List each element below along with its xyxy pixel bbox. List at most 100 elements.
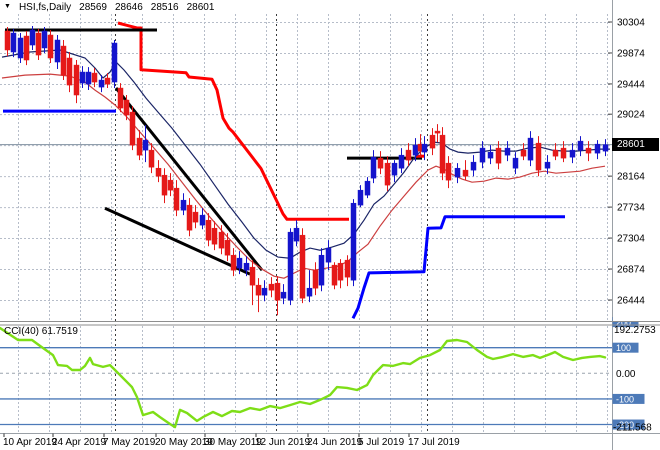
candlestick — [225, 240, 230, 255]
candlestick — [174, 188, 179, 210]
candlestick — [455, 168, 460, 177]
candlestick — [338, 263, 343, 280]
cci-level-badge-label: 100 — [616, 343, 631, 353]
price-axis-label: 30304 — [617, 18, 645, 29]
candlestick — [371, 157, 376, 178]
candlestick — [345, 260, 350, 277]
candlestick — [156, 168, 161, 176]
chart-window: 3030429874294442902428164277342730426874… — [0, 0, 660, 450]
candlestick — [149, 150, 154, 167]
candlestick — [256, 285, 261, 295]
candlestick — [168, 180, 173, 190]
time-axis-label: 17 Jul 2019 — [408, 437, 460, 448]
price-axis-label: 29024 — [617, 110, 645, 121]
candlestick — [11, 33, 16, 52]
candlestick — [92, 73, 97, 82]
candlestick — [130, 112, 135, 145]
candlestick — [105, 78, 110, 84]
candlestick — [187, 205, 192, 230]
candlestick — [406, 150, 411, 160]
candlestick — [36, 33, 41, 55]
candlestick — [275, 283, 280, 300]
candlestick — [553, 150, 558, 156]
cci-min-label: -211.568 — [613, 423, 652, 434]
time-axis-label: 30 May 2019 — [204, 437, 262, 448]
indicator-label: CCI(40) 61.7519 — [4, 326, 78, 337]
candlestick — [365, 181, 370, 195]
candlestick — [595, 144, 600, 153]
candlestick — [578, 141, 583, 150]
quote-close: 28601 — [187, 2, 215, 13]
candlestick — [413, 145, 418, 155]
candlestick — [528, 138, 533, 160]
cci-zero-label: 0.00 — [616, 369, 636, 380]
candlestick — [262, 288, 267, 295]
candlestick — [237, 258, 242, 268]
candlestick — [313, 270, 318, 288]
black-trendline-upper — [116, 88, 262, 270]
candlestick — [112, 43, 117, 82]
candlestick — [288, 232, 293, 300]
candlestick — [67, 58, 72, 85]
candlestick — [319, 255, 324, 285]
candlestick — [55, 40, 60, 62]
candlestick — [446, 163, 451, 180]
candlestick — [392, 163, 397, 175]
candlestick — [570, 150, 575, 157]
candlestick — [385, 163, 390, 185]
price-chart-canvas[interactable]: 3030429874294442902428164277342730426874… — [0, 0, 660, 450]
price-axis-label: 26444 — [617, 296, 645, 307]
candlestick — [332, 265, 337, 285]
price-axis-label: 29444 — [617, 79, 645, 90]
quote-open: 28569 — [79, 2, 107, 13]
candlestick — [137, 138, 142, 155]
candlestick — [561, 148, 566, 158]
candlestick — [124, 100, 129, 115]
candlestick — [48, 35, 53, 58]
candlestick — [603, 145, 608, 151]
time-axis-label: 24 Jun 2019 — [307, 437, 362, 448]
price-axis-label: 29874 — [617, 48, 645, 59]
candlestick — [488, 152, 493, 158]
candlestick — [231, 255, 236, 270]
candlestick — [326, 248, 331, 262]
candlestick — [281, 292, 286, 298]
candlestick — [471, 162, 476, 170]
candlestick — [435, 131, 440, 133]
candlestick — [422, 144, 427, 152]
candlestick — [586, 148, 591, 153]
candlestick — [294, 228, 299, 241]
symbol-period-label: HSI,fs,Daily — [19, 2, 71, 13]
indicator-name: CCI(40) — [4, 326, 39, 337]
candlestick — [193, 212, 198, 222]
candlestick — [536, 143, 541, 170]
price-axis-label: 28164 — [617, 172, 645, 183]
quote-high: 28646 — [115, 2, 143, 13]
candlestick — [206, 220, 211, 240]
candlestick — [430, 135, 435, 148]
candlestick — [143, 140, 148, 150]
cci-level-badge-label: -100 — [616, 394, 634, 404]
cci-max-label: 192.2753 — [614, 325, 656, 336]
time-axis-label: 5 Jul 2019 — [358, 437, 405, 448]
candlestick — [300, 235, 305, 298]
time-axis-label: 7 May 2019 — [103, 437, 156, 448]
quote-bar: ▼ HSI,fs,Daily 28569 28646 28516 28601 — [4, 1, 214, 13]
candlestick — [61, 46, 66, 75]
candlestick — [545, 162, 550, 168]
candlestick — [18, 38, 23, 58]
candlestick — [5, 31, 10, 50]
indicator-value: 61.7519 — [42, 326, 78, 337]
candlestick — [269, 284, 274, 290]
candlestick — [351, 203, 356, 280]
price-axis-label: 27734 — [617, 203, 645, 214]
candlestick — [307, 288, 312, 296]
candlestick — [118, 88, 123, 108]
candlestick — [80, 72, 85, 83]
candlestick — [99, 80, 104, 87]
time-axis-label: 12 Jun 2019 — [255, 437, 310, 448]
collapse-arrow-icon[interactable]: ▼ — [4, 2, 11, 12]
candlestick — [440, 135, 445, 173]
candlestick — [42, 31, 47, 48]
candlestick — [200, 215, 205, 225]
